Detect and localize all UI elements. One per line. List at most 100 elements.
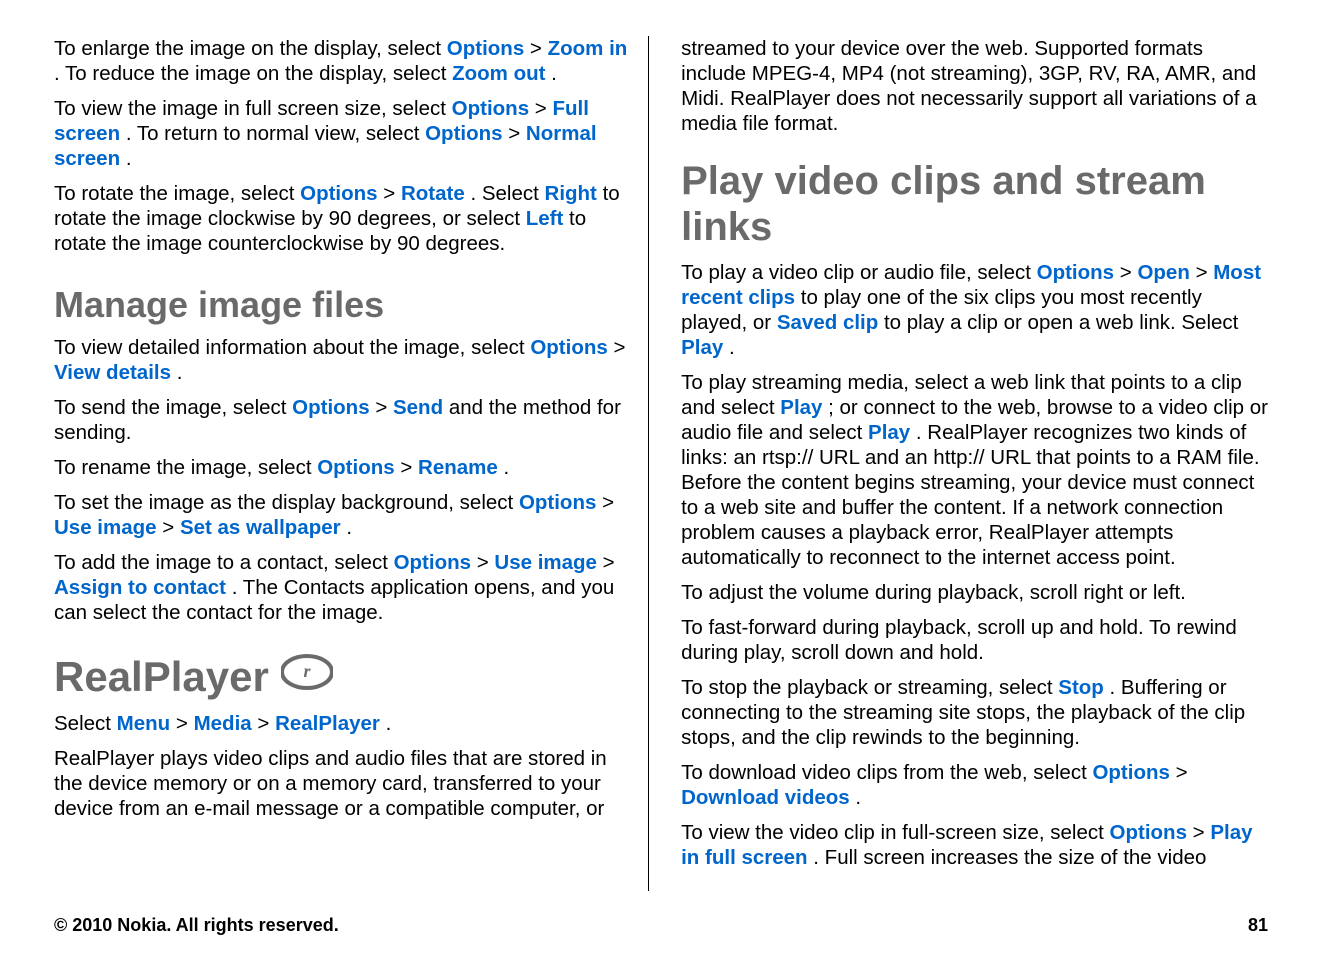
separator: > xyxy=(535,97,553,120)
text: . xyxy=(504,456,510,479)
text: . xyxy=(855,786,861,809)
separator: > xyxy=(603,551,615,574)
right-link[interactable]: Right xyxy=(545,182,597,205)
paragraph-stop: To stop the playback or streaming, selec… xyxy=(681,675,1268,750)
use-image-link[interactable]: Use image xyxy=(494,551,597,574)
text: . xyxy=(551,62,557,85)
options-link[interactable]: Options xyxy=(530,336,607,359)
options-link[interactable]: Options xyxy=(1037,261,1114,284)
open-link[interactable]: Open xyxy=(1137,261,1189,284)
text: . Select xyxy=(470,182,544,205)
options-link[interactable]: Options xyxy=(300,182,377,205)
text: To stop the playback or streaming, selec… xyxy=(681,676,1058,699)
separator: > xyxy=(257,712,275,735)
content-columns: To enlarge the image on the display, sel… xyxy=(54,36,1268,891)
paragraph-rotate: To rotate the image, select Options > Ro… xyxy=(54,181,630,256)
play-link[interactable]: Play xyxy=(868,421,910,444)
separator: > xyxy=(530,37,548,60)
download-videos-link[interactable]: Download videos xyxy=(681,786,850,809)
media-link[interactable]: Media xyxy=(194,712,252,735)
heading-play-video-clips: Play video clips and stream links xyxy=(681,158,1268,250)
separator: > xyxy=(1176,761,1188,784)
text: To view the image in full screen size, s… xyxy=(54,97,452,120)
use-image-link[interactable]: Use image xyxy=(54,516,157,539)
view-details-link[interactable]: View details xyxy=(54,361,171,384)
separator: > xyxy=(602,491,614,514)
options-link[interactable]: Options xyxy=(317,456,394,479)
separator: > xyxy=(477,551,495,574)
paragraph-fastforward: To fast-forward during playback, scroll … xyxy=(681,615,1268,665)
options-link[interactable]: Options xyxy=(1092,761,1169,784)
options-link[interactable]: Options xyxy=(519,491,596,514)
page-number: 81 xyxy=(1248,915,1268,936)
footer: © 2010 Nokia. All rights reserved. 81 xyxy=(54,891,1268,954)
text: . To return to normal view, select xyxy=(126,122,425,145)
paragraph-set-wallpaper: To set the image as the display backgrou… xyxy=(54,490,630,540)
separator: > xyxy=(400,456,418,479)
paragraph-download-videos: To download video clips from the web, se… xyxy=(681,760,1268,810)
heading-realplayer: RealPlayer r xyxy=(54,653,630,700)
text: To view the video clip in full-screen si… xyxy=(681,821,1109,844)
paragraph-zoom: To enlarge the image on the display, sel… xyxy=(54,36,630,86)
text: . xyxy=(126,147,132,170)
copyright-text: © 2010 Nokia. All rights reserved. xyxy=(54,915,339,936)
options-link[interactable]: Options xyxy=(394,551,471,574)
realplayer-link[interactable]: RealPlayer xyxy=(275,712,380,735)
zoom-in-link[interactable]: Zoom in xyxy=(548,37,628,60)
text: To view detailed information about the i… xyxy=(54,336,530,359)
text: . xyxy=(346,516,352,539)
paragraph-formats: streamed to your device over the web. Su… xyxy=(681,36,1268,136)
text: . xyxy=(729,336,735,359)
options-link[interactable]: Options xyxy=(292,396,369,419)
separator: > xyxy=(176,712,194,735)
separator: > xyxy=(375,396,393,419)
left-link[interactable]: Left xyxy=(526,207,564,230)
options-link[interactable]: Options xyxy=(425,122,502,145)
options-link[interactable]: Options xyxy=(447,37,524,60)
separator: > xyxy=(613,336,625,359)
text: To send the image, select xyxy=(54,396,292,419)
text: To enlarge the image on the display, sel… xyxy=(54,37,447,60)
paragraph-play-fullscreen: To view the video clip in full-screen si… xyxy=(681,820,1268,870)
play-link[interactable]: Play xyxy=(681,336,723,359)
zoom-out-link[interactable]: Zoom out xyxy=(452,62,545,85)
options-link[interactable]: Options xyxy=(1110,821,1187,844)
menu-link[interactable]: Menu xyxy=(117,712,171,735)
play-link[interactable]: Play xyxy=(780,396,822,419)
text: . To reduce the image on the display, se… xyxy=(54,62,452,85)
send-link[interactable]: Send xyxy=(393,396,443,419)
text: To rotate the image, select xyxy=(54,182,300,205)
separator: > xyxy=(1193,821,1211,844)
realplayer-icon: r xyxy=(281,653,333,700)
text: to play a clip or open a web link. Selec… xyxy=(884,311,1238,334)
paragraph-play-options: To play a video clip or audio file, sele… xyxy=(681,260,1268,360)
rename-link[interactable]: Rename xyxy=(418,456,498,479)
set-as-wallpaper-link[interactable]: Set as wallpaper xyxy=(180,516,341,539)
paragraph-volume: To adjust the volume during playback, sc… xyxy=(681,580,1268,605)
paragraph-streaming: To play streaming media, select a web li… xyxy=(681,370,1268,570)
separator: > xyxy=(508,122,526,145)
saved-clip-link[interactable]: Saved clip xyxy=(777,311,878,334)
separator: > xyxy=(1196,261,1214,284)
column-right: streamed to your device over the web. Su… xyxy=(673,36,1268,891)
svg-text:r: r xyxy=(303,661,311,681)
rotate-link[interactable]: Rotate xyxy=(401,182,465,205)
separator: > xyxy=(1120,261,1138,284)
paragraph-realplayer-path: Select Menu > Media > RealPlayer . xyxy=(54,711,630,736)
paragraph-fullscreen: To view the image in full screen size, s… xyxy=(54,96,630,171)
text: To download video clips from the web, se… xyxy=(681,761,1092,784)
heading-manage-image-files: Manage image files xyxy=(54,284,630,325)
text: To rename the image, select xyxy=(54,456,317,479)
separator: > xyxy=(162,516,180,539)
stop-link[interactable]: Stop xyxy=(1058,676,1104,699)
text: . Full screen increases the size of the … xyxy=(813,846,1206,869)
assign-to-contact-link[interactable]: Assign to contact xyxy=(54,576,226,599)
text: . xyxy=(386,712,392,735)
options-link[interactable]: Options xyxy=(452,97,529,120)
text: To add the image to a contact, select xyxy=(54,551,394,574)
text: Select xyxy=(54,712,117,735)
text: To play a video clip or audio file, sele… xyxy=(681,261,1037,284)
page: To enlarge the image on the display, sel… xyxy=(0,0,1322,954)
paragraph-send: To send the image, select Options > Send… xyxy=(54,395,630,445)
text: . xyxy=(177,361,183,384)
